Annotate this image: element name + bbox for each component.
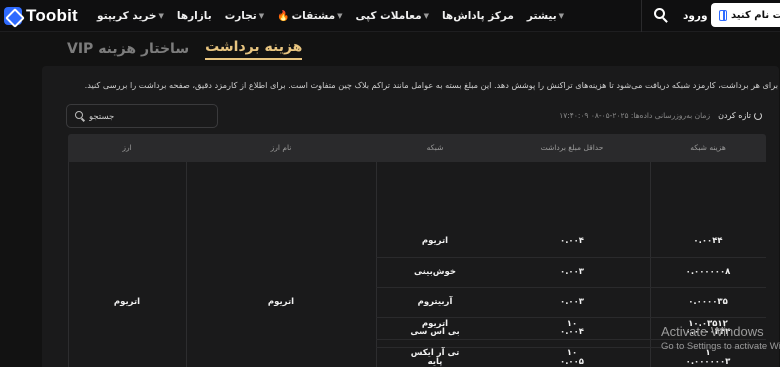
nav-divider <box>641 0 642 32</box>
menu-copy-trading[interactable]: معاملات کپی ▼ <box>356 10 429 22</box>
brand-logo[interactable]: Toobit <box>4 6 78 26</box>
menu-buy-crypto[interactable]: خرید کریپتو ▼ <box>97 10 164 22</box>
login-link[interactable]: ورود <box>683 10 708 22</box>
min-withdrawal-cell: ۱۰ <box>566 319 578 329</box>
min-withdrawal-cell: ۱۰ <box>566 348 578 358</box>
fee-tabs: VIP ساختار هزینه هزینه برداشت <box>67 32 303 60</box>
fee-notice: برای هر برداشت، کارمزد شبکه دریافت می‌شو… <box>84 80 778 90</box>
menu-trade[interactable]: تجارت ▼ <box>225 10 264 22</box>
row-divider <box>376 287 766 288</box>
toobit-logo-icon <box>4 7 22 25</box>
min-withdrawal-cell: ۰.۰۰۳ <box>560 297 584 307</box>
tab-withdrawal-fee[interactable]: هزینه برداشت <box>205 39 303 60</box>
column-header-network-fee: هزینه شبکه <box>690 143 726 152</box>
chevron-down-icon: ▼ <box>158 12 164 20</box>
flame-icon: 🔥 <box>277 10 290 22</box>
refresh-button[interactable]: تازه کردن <box>718 111 762 120</box>
network-fee-cell: ۰.۰۰۰۰۰۰۸ <box>685 267 731 277</box>
chevron-down-icon: ▼ <box>337 12 343 20</box>
brand-name: Toobit <box>26 6 78 25</box>
network-fee-cell: ۰.۰۰۰۰۳۵ <box>688 297 728 307</box>
menu-derivatives[interactable]: 🔥 مشتقات ▼ <box>277 10 342 22</box>
network-cell: آربیتروم <box>417 297 453 307</box>
main-menu: خرید کریپتو ▼ بازارها تجارت ▼ 🔥 مشتقات ▼ معا… <box>97 0 564 32</box>
tab-vip-fee-structure[interactable]: VIP ساختار هزینه <box>67 41 189 60</box>
search-icon[interactable] <box>653 7 669 23</box>
network-cell: اتریوم <box>421 319 449 329</box>
menu-markets[interactable]: بازارها <box>177 10 212 22</box>
column-header-currency-name: نام ارز <box>270 143 292 152</box>
menu-more[interactable]: بیشتر ▼ <box>527 10 564 22</box>
update-row: زمان به‌روزرسانی داده‌ها: ۲۰۲۵-۰۵-۰۸ ۱۷:… <box>559 111 762 120</box>
search-input[interactable] <box>89 108 209 125</box>
chevron-down-icon: ▼ <box>258 12 265 20</box>
table-header: ارز نام ارز شبکه حداقل مبلغ برداشت هزینه… <box>68 134 766 162</box>
min-withdrawal-cell: ۰.۰۰۳ <box>560 267 584 277</box>
chevron-down-icon: ▼ <box>423 12 429 20</box>
top-nav: Toobit خرید کریپتو ▼ بازارها تجارت ▼ 🔥 مشتق… <box>0 0 780 32</box>
network-cell: تی آر ایکس <box>410 348 460 358</box>
column-header-currency: ارز <box>122 143 132 152</box>
min-withdrawal-cell: ۰.۰۰۴ <box>560 236 584 246</box>
search-icon <box>75 111 85 122</box>
signup-button[interactable]: ثبت نام کنید <box>711 3 780 27</box>
refresh-icon <box>754 111 762 120</box>
row-divider <box>376 257 766 258</box>
withdrawal-fee-panel: برای هر برداشت، کارمزد شبکه دریافت می‌شو… <box>42 66 779 367</box>
column-divider <box>186 162 187 367</box>
network-fee-cell: ۰.۰۰۴۴ <box>693 236 723 246</box>
row-divider <box>376 317 766 318</box>
currency-name-cell: اتریوم <box>267 297 295 307</box>
column-header-min-withdrawal: حداقل مبلغ برداشت <box>540 143 604 152</box>
search-box[interactable] <box>66 104 218 128</box>
column-header-network: شبکه <box>426 143 444 152</box>
menu-rewards-hub[interactable]: مرکز پاداش‌ها <box>442 10 514 22</box>
windows-activation-watermark: Activate Windows Go to Settings to activ… <box>661 324 780 352</box>
currency-cell: اتریوم <box>113 297 141 307</box>
network-cell: خوش‌بینی <box>414 267 456 277</box>
chevron-down-icon: ▼ <box>558 12 565 20</box>
network-cell: اتریوم <box>421 236 449 246</box>
gift-icon <box>719 9 728 21</box>
column-divider <box>68 162 69 367</box>
update-timestamp: زمان به‌روزرسانی داده‌ها: ۲۰۲۵-۰۵-۰۸ ۱۷:… <box>559 111 711 120</box>
